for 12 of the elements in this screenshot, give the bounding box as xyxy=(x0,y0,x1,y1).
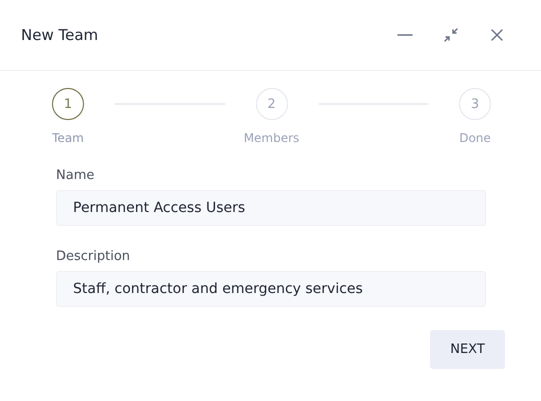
step-label: Done xyxy=(459,131,491,145)
step-circle[interactable]: 1 xyxy=(52,88,84,120)
close-icon[interactable] xyxy=(489,27,505,43)
step-label: Team xyxy=(52,131,84,145)
next-button[interactable]: NEXT xyxy=(430,330,505,369)
field-label: Description xyxy=(56,249,132,264)
collapse-icon[interactable] xyxy=(443,27,459,43)
field-label: Name xyxy=(56,168,96,183)
input-field[interactable]: Permanent Access Users xyxy=(56,190,486,226)
step-label: Members xyxy=(244,131,300,145)
window-title: New Team xyxy=(21,26,100,44)
input-field[interactable]: Staff, contractor and emergency services xyxy=(56,271,486,307)
